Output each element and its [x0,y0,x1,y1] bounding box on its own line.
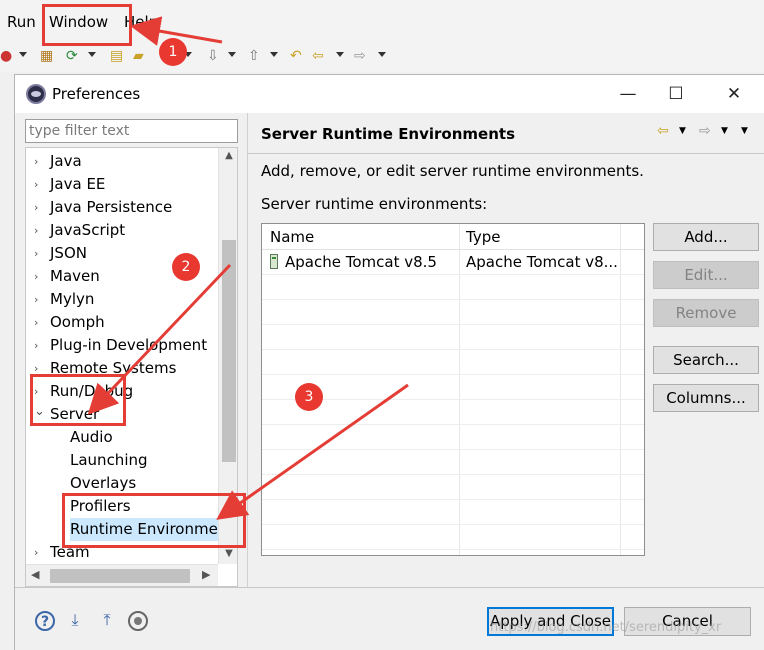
annotation-box-runtime [62,493,246,548]
annotation-box-server [30,374,126,426]
close-button[interactable]: ✕ [719,82,749,106]
runtime-type: Apache Tomcat v8... [466,253,618,271]
chevron-down-icon[interactable] [378,52,386,57]
forward-icon[interactable]: ⇨ [699,123,711,139]
import-icon[interactable]: ⤓ [65,611,85,631]
row-divider [262,474,644,475]
row-divider [262,349,644,350]
pane-divider[interactable] [247,113,248,587]
export-icon[interactable]: ⤒ [97,611,117,631]
chevron-right-icon[interactable]: › [34,150,44,173]
chevron-down-icon[interactable] [270,52,278,57]
table-row[interactable]: Apache Tomcat v8.5 Apache Tomcat v8... [262,251,644,274]
help-icon[interactable]: ? [35,611,55,631]
row-divider [262,499,644,500]
eclipse-icon [26,84,46,104]
record-icon[interactable] [128,611,148,631]
debug-icon[interactable]: ● [0,48,12,64]
title-separator [247,153,764,154]
table-header: Name Type [262,224,644,250]
annotation-badge-2: 2 [172,253,200,281]
prev-annotation-icon[interactable]: ⇧ [248,48,260,64]
refresh-icon[interactable]: ⟳ [66,48,78,64]
chevron-right-icon[interactable]: › [34,311,44,334]
chevron-right-icon[interactable]: › [34,242,44,265]
last-edit-icon[interactable]: ↶ [290,48,302,64]
chevron-down-icon[interactable] [19,52,27,57]
scroll-down-icon[interactable]: ▼ [222,548,236,559]
chevron-down-icon[interactable] [228,52,236,57]
scrollbar-thumb[interactable] [222,240,236,462]
search-button[interactable]: Search... [653,346,759,374]
columns-button[interactable]: Columns... [653,384,759,412]
row-divider [262,274,644,275]
server-icon [270,254,278,269]
page-title: Server Runtime Environments [261,125,515,143]
page-description: Add, remove, or edit server runtime envi… [261,162,644,180]
dialog-titlebar: Preferences — ☐ ✕ [15,75,764,113]
column-header-name[interactable]: Name [270,228,314,246]
maximize-button[interactable]: ☐ [661,82,691,106]
annotation-badge-3: 3 [295,383,323,411]
remove-button[interactable]: Remove [653,299,759,327]
chevron-down-icon[interactable] [88,52,96,57]
back-icon[interactable]: ⇦ [657,123,669,139]
minimize-button[interactable]: — [613,82,643,106]
row-divider [262,374,644,375]
chevron-down-icon[interactable]: ▼ [679,126,686,136]
row-divider [262,424,644,425]
runtimes-label: Server runtime environments: [261,195,488,213]
column-header-type[interactable]: Type [466,228,500,246]
back-icon[interactable]: ⇦ [312,48,324,64]
filter-input[interactable] [25,119,238,143]
view-menu-icon[interactable]: ▼ [741,126,748,136]
chevron-right-icon[interactable]: › [34,288,44,311]
forward-icon[interactable]: ⇨ [354,48,366,64]
chevron-down-icon[interactable]: ▼ [721,126,728,136]
chevron-right-icon[interactable]: › [34,219,44,242]
chevron-right-icon[interactable]: › [34,334,44,357]
scroll-right-icon[interactable]: ▶ [202,568,210,581]
chevron-right-icon[interactable]: › [34,265,44,288]
chevron-right-icon[interactable]: › [34,541,44,564]
chevron-down-icon[interactable] [336,52,344,57]
row-divider [262,449,644,450]
main-toolbar: ● ▦ ⟳ ▤ ▰ ⇩ ⇧ ↶ ⇦ ⇨ [0,42,764,72]
scrollbar-thumb[interactable] [50,569,190,583]
menu-run[interactable]: Run [7,13,36,31]
row-divider [262,299,644,300]
next-annotation-icon[interactable]: ⇩ [207,48,219,64]
add-button[interactable]: Add... [653,223,759,251]
chevron-right-icon[interactable]: › [34,196,44,219]
dialog-title: Preferences [52,85,141,103]
open-type-icon[interactable]: ▤ [110,48,123,64]
package-icon[interactable]: ▦ [40,48,53,64]
edit-button[interactable]: Edit... [653,261,759,289]
preferences-dialog: Preferences — ☐ ✕ › Java › Java EE › Jav… [14,74,764,650]
row-divider [262,324,644,325]
folder-icon[interactable]: ▰ [133,48,144,64]
annotation-badge-1: 1 [159,38,187,66]
chevron-right-icon[interactable]: › [34,173,44,196]
watermark: https://blog.csdn.net/serendipity_xr [490,620,722,635]
row-divider [262,524,644,525]
row-divider [262,549,644,550]
scroll-left-icon[interactable]: ◀ [31,568,39,581]
runtime-name: Apache Tomcat v8.5 [285,253,437,271]
annotation-box-window [42,4,132,46]
tree-horizontal-scrollbar[interactable]: ◀ ▶ [26,564,218,586]
scroll-up-icon[interactable]: ▲ [222,150,236,161]
footer-separator [15,587,764,588]
